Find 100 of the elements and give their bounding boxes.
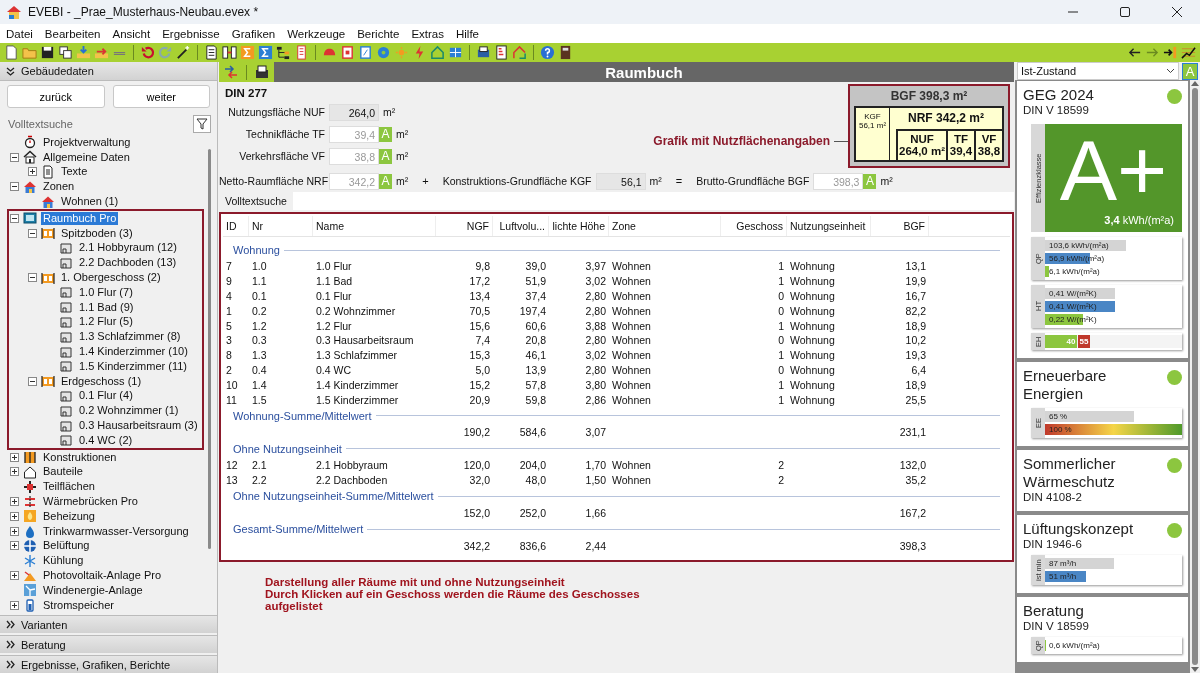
- search-field[interactable]: Volltextsuche: [6, 116, 189, 132]
- area-field[interactable]: 264,0: [329, 103, 379, 121]
- card-title: Erneuerbare Energien: [1023, 367, 1108, 403]
- table-cell-text: 20,8: [524, 334, 547, 347]
- menu-item[interactable]: Berichte: [351, 27, 406, 40]
- table-cell-text: Wohnen: [611, 290, 652, 302]
- table-cell-text: 252,0: [518, 506, 547, 519]
- tree-item[interactable]: Wohnen (1): [59, 195, 121, 209]
- tree-item[interactable]: Zonen: [41, 180, 77, 194]
- group-header: Gesamt-Summe/Mittelwert: [233, 523, 364, 536]
- tree-item[interactable]: 0.4 WC (2): [77, 433, 135, 447]
- table-cell-text: 5,0: [474, 363, 491, 376]
- table-cell-text: Wohnung: [789, 319, 836, 332]
- tree-item[interactable]: 1.1 Bad (9): [77, 300, 136, 314]
- tree-item[interactable]: Stromspeicher: [41, 598, 116, 612]
- column-header[interactable]: Name: [313, 216, 436, 236]
- table-cell-text: 10,2: [904, 334, 927, 347]
- nav-button[interactable]: weiter: [112, 85, 210, 108]
- tree-item[interactable]: 0.3 Hausarbeitsraum (3): [77, 419, 200, 433]
- table-cell-text: 190,2: [462, 426, 491, 439]
- table-cell-text: 20,9: [468, 393, 491, 406]
- table-cell-text: 11: [225, 393, 238, 406]
- tree-item[interactable]: Raumbuch Pro: [41, 211, 119, 225]
- section-header[interactable]: Varianten: [21, 618, 68, 631]
- table-cell-text: 13: [225, 473, 239, 486]
- tree-item[interactable]: Photovoltaik-Anlage Pro: [41, 569, 163, 582]
- table-cell-text: 120,0: [462, 459, 491, 472]
- table-cell-text: 16,7: [904, 290, 927, 302]
- table-cell-text: 3,02: [584, 349, 607, 362]
- table-cell-text: 1.2: [251, 319, 268, 332]
- section-header[interactable]: Beratung: [21, 638, 66, 651]
- tree-item[interactable]: Belüftung: [41, 539, 92, 553]
- table-cell-text: 3,02: [584, 275, 607, 288]
- table-cell-text: Wohnen: [611, 473, 652, 486]
- table-cell-text: 60,6: [524, 319, 547, 332]
- menu-item[interactable]: Werkzeuge: [281, 27, 352, 40]
- tree-item[interactable]: Wärmebrücken Pro: [41, 495, 140, 508]
- tree-item[interactable]: 1. Obergeschoss (2): [59, 271, 163, 285]
- column-header[interactable]: Nutzungseinheit: [787, 216, 871, 236]
- tree-item[interactable]: Bauteile: [41, 465, 85, 479]
- column-header[interactable]: Nr: [249, 216, 313, 236]
- tree-item[interactable]: Teilflächen: [41, 480, 97, 494]
- tree-item[interactable]: 1.0 Flur (7): [77, 285, 135, 299]
- table-cell-text: 82,2: [904, 304, 927, 317]
- menu-item[interactable]: Bearbeiten: [38, 27, 107, 40]
- table-cell-text: 3,88: [584, 319, 607, 332]
- column-header[interactable]: Geschoss: [721, 216, 787, 236]
- tree-item[interactable]: 1.4 Kinderzimmer (10): [77, 345, 190, 359]
- menu-item[interactable]: Extras: [405, 27, 450, 40]
- column-header[interactable]: BGF: [871, 216, 929, 236]
- column-header[interactable]: Zone: [609, 216, 721, 236]
- tree-item[interactable]: Konstruktionen: [41, 450, 119, 464]
- tree-item[interactable]: Trinkwarmwasser-Versorgung: [41, 524, 191, 538]
- column-header[interactable]: lichte Höhe: [549, 216, 609, 236]
- table-cell-text: Wohnung: [789, 334, 836, 347]
- column-header[interactable]: NGF: [436, 216, 493, 236]
- field-label: Technikfläche TF: [244, 128, 325, 140]
- tree-item[interactable]: Projektverwaltung: [41, 135, 133, 149]
- tree-item[interactable]: 2.2 Dachboden (13): [77, 256, 179, 270]
- table-cell-text: 37,4: [524, 290, 547, 302]
- menu-item[interactable]: Hilfe: [449, 27, 485, 40]
- variant-dropdown[interactable]: Ist-Zustand: [1017, 62, 1179, 80]
- table-cell-text: 0.3: [251, 334, 268, 347]
- tree-item[interactable]: 1.2 Flur (5): [77, 315, 135, 329]
- tree-item[interactable]: Allgemeine Daten: [41, 150, 132, 164]
- tree-item[interactable]: 0.2 Wohnzimmer (1): [77, 404, 181, 418]
- status-card[interactable]: Sommerlicher Wärmeschutz DIN 4108-2: [1017, 450, 1188, 511]
- tree-item[interactable]: Beheizung: [41, 509, 97, 523]
- tf-area: TF 39,4: [948, 131, 976, 160]
- menu-item[interactable]: Grafiken: [225, 27, 282, 40]
- tree-item[interactable]: Kühlung: [41, 554, 86, 568]
- column-header[interactable]: ID: [223, 216, 249, 236]
- tree-item[interactable]: Erdgeschoss (1): [59, 374, 144, 388]
- tree-item[interactable]: 0.1 Flur (4): [77, 389, 135, 403]
- menu-item[interactable]: Ergebnisse: [156, 27, 226, 40]
- table-cell-text: Wohnen: [611, 319, 652, 332]
- table-cell-text: 0.1: [251, 290, 268, 302]
- table-cell-text: 0.2: [251, 304, 268, 317]
- tree-item[interactable]: Texte: [59, 165, 90, 179]
- tree-item[interactable]: Windenergie-Anlage: [41, 583, 145, 597]
- menu-item[interactable]: Ansicht: [106, 27, 157, 40]
- field-label: Brutto-Grundfläche BGF: [696, 175, 810, 187]
- table-cell-text: Wohnen: [611, 459, 652, 472]
- tree-item[interactable]: 1.3 Schlafzimmer (8): [77, 330, 183, 344]
- tree-item[interactable]: Spitzboden (3): [59, 226, 135, 240]
- nuf-area: NUF 264,0 m²: [898, 131, 948, 160]
- tree-item[interactable]: 1.5 Kinderzimmer (11): [77, 359, 189, 373]
- card-title: GEG 2024: [1023, 86, 1094, 104]
- table-cell-text: 2.2 Dachboden: [315, 473, 389, 486]
- column-header[interactable]: Luftvolu...: [493, 216, 549, 236]
- table-cell-text: 2: [777, 459, 785, 472]
- tree-item[interactable]: 2.1 Hobbyraum (12): [77, 241, 179, 255]
- nav-button[interactable]: zurück: [7, 85, 105, 108]
- unit-label: m²: [396, 175, 409, 187]
- area-field[interactable]: 56,1: [595, 172, 646, 190]
- menu-item[interactable]: Datei: [0, 27, 39, 40]
- table-cell-text: 3: [225, 334, 233, 347]
- table-cell-text: 1.4 Kinderzimmer: [315, 378, 400, 391]
- group-header: Ohne Nutzungseinheit-Summe/Mittelwert: [233, 490, 434, 503]
- table-cell-text: 8: [225, 349, 233, 362]
